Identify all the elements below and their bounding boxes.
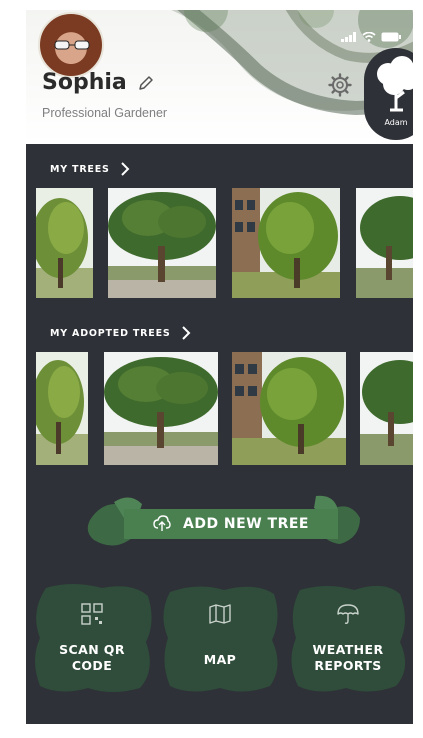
map-label: MAP [203, 652, 237, 667]
umbrella-icon [337, 604, 359, 624]
section-my-trees-label: MY TREES [50, 163, 110, 175]
tree-photo[interactable] [36, 352, 88, 465]
profile-header: Sophia Professional Gardener Adam [26, 10, 413, 144]
tree-photo[interactable] [36, 188, 93, 298]
add-new-tree-label: ADD NEW TREE [182, 516, 309, 532]
tree-photo[interactable] [360, 352, 413, 465]
map-icon [209, 604, 231, 624]
chevron-right-icon [181, 326, 190, 340]
scan-qr-code-tile[interactable]: SCAN QR CODE [32, 582, 152, 694]
gear-icon[interactable] [328, 73, 352, 97]
tree-logo-icon [377, 56, 413, 112]
section-my-trees[interactable]: MY TREES [50, 162, 130, 176]
weather-reports-label: WEATHER REPORTS [312, 642, 384, 673]
leaf-tile-background [163, 586, 278, 692]
tree-photo[interactable] [108, 188, 216, 298]
app-screen: Sophia Professional Gardener Adam MY TRE… [26, 10, 413, 724]
leaf-tile-background [291, 585, 406, 692]
tree-photo[interactable] [104, 352, 218, 465]
scan-qr-code-label: SCAN QR CODE [59, 642, 125, 673]
profile-name: Sophia [42, 70, 127, 95]
section-my-adopted-trees-label: MY ADOPTED TREES [50, 327, 171, 339]
tree-photo[interactable] [232, 352, 346, 465]
qr-code-icon [81, 603, 103, 625]
section-my-adopted-trees[interactable]: MY ADOPTED TREES [50, 326, 191, 340]
avatar[interactable] [38, 12, 104, 78]
my-trees-carousel[interactable] [26, 188, 413, 298]
weather-reports-tile[interactable]: WEATHER REPORTS [288, 582, 408, 694]
leaf-tile-background [35, 584, 152, 692]
tree-photo[interactable] [356, 188, 413, 298]
add-new-tree-area: ADD NEW TREE [84, 492, 364, 552]
signal-icon [341, 32, 356, 42]
wifi-icon [362, 32, 376, 42]
map-tile[interactable]: MAP [160, 582, 280, 694]
profile-name-row: Sophia [42, 70, 155, 95]
add-new-tree-button[interactable]: ADD NEW TREE [124, 509, 338, 539]
profile-role: Professional Gardener [42, 106, 168, 120]
glasses-icon [54, 40, 90, 50]
battery-icon [381, 32, 401, 42]
status-bar-icons [341, 32, 401, 42]
tree-upload-icon [153, 515, 171, 531]
my-adopted-trees-carousel[interactable] [26, 352, 413, 465]
tree-photo[interactable] [232, 188, 340, 298]
logo-caption: Adam [384, 118, 408, 127]
app-logo-badge[interactable]: Adam [364, 48, 413, 140]
edit-pencil-icon[interactable] [137, 74, 155, 92]
chevron-right-icon [120, 162, 130, 176]
